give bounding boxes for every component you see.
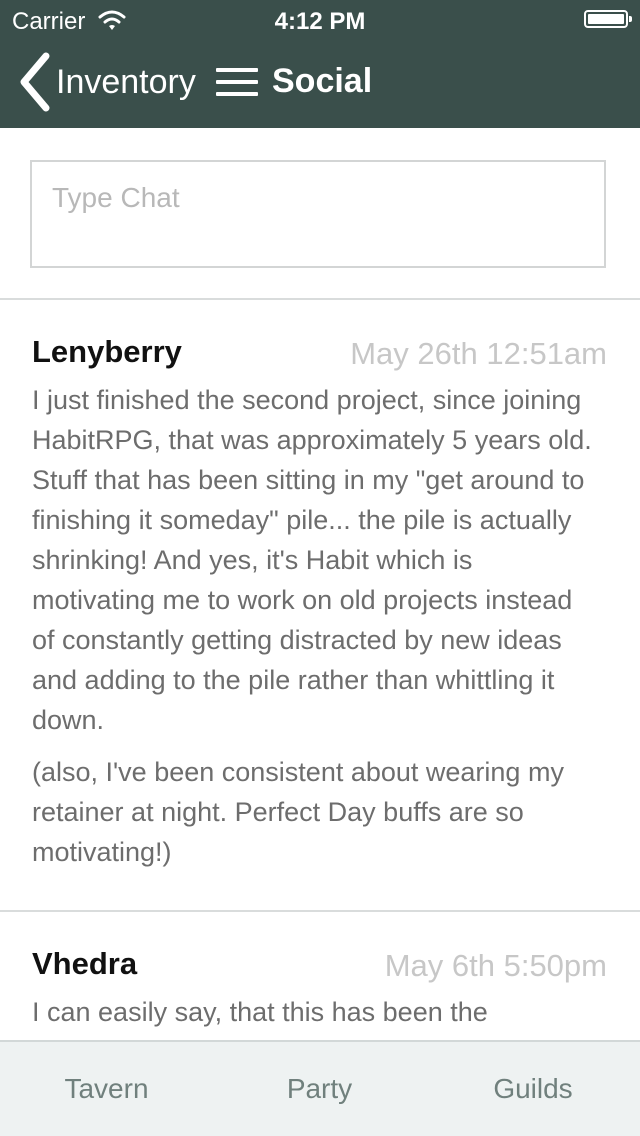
nav-bar: Inventory Social — [0, 40, 640, 128]
page-title: Social — [272, 62, 373, 100]
message-author[interactable]: Lenyberry — [32, 334, 182, 370]
hamburger-menu-icon[interactable] — [216, 64, 258, 100]
tab-party[interactable]: Party — [213, 1042, 426, 1136]
chat-compose-area — [0, 128, 640, 300]
chevron-left-icon — [20, 52, 50, 112]
tab-bar: Tavern Party Guilds — [0, 1040, 640, 1136]
message-author[interactable]: Vhedra — [32, 946, 137, 982]
message-body: I just finished the second project, sinc… — [32, 380, 600, 884]
tab-guilds[interactable]: Guilds — [426, 1042, 640, 1136]
message-body: I can easily say, that this has been the — [32, 992, 600, 1044]
tab-tavern[interactable]: Tavern — [0, 1042, 213, 1136]
chat-message[interactable]: Vhedra May 6th 5:50pm I can easily say, … — [0, 912, 640, 1040]
chat-message[interactable]: Lenyberry May 26th 12:51am I just finish… — [0, 300, 640, 912]
battery-icon — [584, 10, 632, 28]
chat-input[interactable] — [30, 160, 606, 268]
clock: 4:12 PM — [274, 8, 366, 35]
message-paragraph: I can easily say, that this has been the — [32, 997, 488, 1027]
message-timestamp: May 6th 5:50pm — [384, 948, 607, 983]
header: Carrier 4:12 PM Inventory Social — [0, 0, 640, 128]
status-bar: Carrier 4:12 PM — [0, 0, 640, 40]
back-button[interactable]: Inventory — [18, 52, 196, 112]
back-label: Inventory — [56, 62, 196, 101]
message-paragraph: I just finished the second project, sinc… — [32, 385, 592, 735]
message-paragraph: (also, I've been consistent about wearin… — [32, 757, 564, 867]
message-timestamp: May 26th 12:51am — [350, 336, 607, 371]
